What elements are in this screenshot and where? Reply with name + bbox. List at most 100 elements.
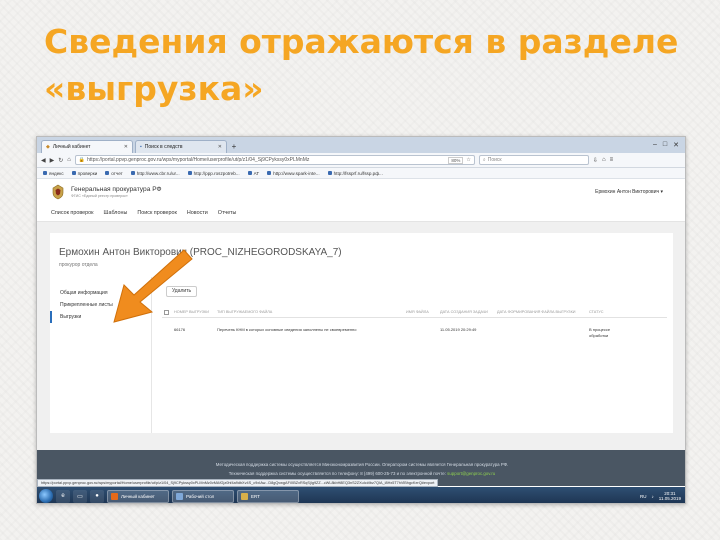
shield-icon: ◆ bbox=[46, 144, 50, 150]
bookmarks-bar: яндекс проверки отчет http://www.cbr.ru/… bbox=[37, 168, 685, 179]
bookmark-item[interactable]: http://fssprf.ru/fssp.рф... bbox=[327, 170, 383, 176]
bookmark-icon bbox=[327, 171, 332, 175]
zoom-level[interactable]: 80% bbox=[448, 156, 464, 164]
col-task-created[interactable]: ДАТА СОЗДАНИЯ ЗАДАЧИ bbox=[440, 310, 488, 314]
address-bar[interactable]: 🔒 https://portal.ppvp.genproc.gov.ru/wps… bbox=[74, 155, 475, 165]
desktop-icon bbox=[176, 492, 183, 500]
bookmark-label: AT bbox=[253, 170, 260, 176]
bookmark-label: проверки bbox=[77, 170, 98, 176]
navigation-bar: ◀ ▶ ↻ ⌂ 🔒 https://portal.ppvp.genproc.go… bbox=[37, 153, 685, 168]
status-url: https://portal.ppvp.genproc.gov.ru/wps/m… bbox=[37, 479, 439, 487]
start-button[interactable] bbox=[39, 489, 53, 503]
bookmark-item[interactable]: проверки bbox=[71, 170, 98, 176]
bookmark-icon bbox=[247, 171, 252, 175]
search-placeholder: Поиск bbox=[487, 157, 502, 163]
person-role: прокурор отдела bbox=[59, 262, 98, 268]
slide-title: Сведения отражаются в разделе «выгрузка» bbox=[44, 22, 679, 108]
bookmark-item[interactable]: AT bbox=[247, 170, 260, 176]
exports-panel: Удалить НОМЕР ВЫГРУЗКИ ТИП ВЫГРУЖАЕМОГО … bbox=[151, 277, 673, 433]
folder-icon[interactable]: ▭ bbox=[73, 489, 87, 503]
download-icon[interactable]: ⇩ bbox=[593, 157, 598, 164]
site-header: Генеральная прокуратура РФ ФГИС «Единый … bbox=[37, 179, 685, 205]
search-input[interactable]: ⌕ Поиск bbox=[478, 155, 589, 165]
close-window-icon[interactable]: ✕ bbox=[673, 141, 679, 149]
menu-icon[interactable]: ≡ bbox=[610, 157, 614, 163]
cell-file-type: Перечень КНМ в которых основные сведения… bbox=[217, 327, 357, 332]
document-icon bbox=[241, 492, 248, 500]
back-icon[interactable]: ◀ bbox=[41, 157, 46, 164]
bookmark-icon bbox=[105, 171, 110, 175]
taskbar-label: Личный кабинет bbox=[121, 493, 155, 499]
taskbar-item-ert[interactable]: ERT bbox=[237, 489, 299, 503]
close-tab-icon[interactable]: ✕ bbox=[218, 144, 222, 150]
star-icon[interactable]: ☆ bbox=[466, 157, 470, 163]
maximize-icon[interactable]: □ bbox=[663, 141, 667, 149]
forward-icon[interactable]: ▶ bbox=[50, 157, 55, 164]
footer-line-2: Техническая поддержка системы осуществля… bbox=[37, 469, 685, 478]
status-badge: В процессе обработки bbox=[589, 327, 611, 338]
close-tab-icon[interactable]: ✕ bbox=[124, 144, 128, 150]
pointer-arrow-icon bbox=[113, 249, 193, 323]
windows-taskbar: e ▭ ● Личный кабинет Рабочий стол ERT RU… bbox=[37, 487, 685, 503]
bookmark-label: отчет bbox=[111, 170, 123, 176]
firefox-icon bbox=[111, 492, 118, 500]
support-email-link[interactable]: support@genproc.gov.ru bbox=[447, 471, 495, 476]
bookmark-label: http://www.spark-inte... bbox=[273, 170, 320, 176]
nav-templates[interactable]: Шаблоны bbox=[104, 210, 128, 216]
table-row[interactable]: 66176 Перечень КНМ в которых основные св… bbox=[162, 325, 667, 339]
bookmark-icon bbox=[130, 171, 135, 175]
col-status[interactable]: СТАТУС bbox=[589, 310, 604, 314]
bookmark-icon bbox=[187, 171, 192, 175]
tab-label: Поиск в следств bbox=[144, 144, 183, 150]
col-file-name[interactable]: ИМЯ ФАЙЛА bbox=[406, 310, 429, 314]
footer-line-1: Методическая поддержка системы осуществл… bbox=[215, 462, 509, 467]
bookmark-item[interactable]: отчет bbox=[105, 170, 123, 176]
bookmark-label: http://ppp.roszpotreb... bbox=[193, 170, 240, 176]
table-header: НОМЕР ВЫГРУЗКИ ТИП ВЫГРУЖАЕМОГО ФАЙЛА ИМ… bbox=[162, 308, 667, 318]
tab-bar: ◆ Личный кабинет ✕ ▪ Поиск в следств ✕ +… bbox=[37, 137, 685, 153]
nav-news[interactable]: Новости bbox=[187, 210, 208, 216]
bookmark-item[interactable]: яндекс bbox=[43, 171, 64, 176]
col-file-formed[interactable]: ДАТА ФОРМИРОВАНИЯ ФАЙЛА ВЫГРУЗКИ bbox=[497, 310, 576, 314]
bookmark-item[interactable]: http://www.spark-inte... bbox=[267, 170, 320, 176]
bookmark-label: http://fssprf.ru/fssp.рф... bbox=[333, 170, 383, 176]
volume-icon[interactable]: ♪ bbox=[652, 494, 654, 499]
bookmark-icon bbox=[267, 171, 272, 175]
nav-search-inspections[interactable]: Поиск проверок bbox=[137, 210, 177, 216]
emblem-icon bbox=[52, 184, 64, 200]
org-subtitle: ФГИС «Единый реестр проверок» bbox=[71, 194, 128, 198]
org-name: Генеральная прокуратура РФ bbox=[71, 186, 162, 193]
url-text: https://portal.ppvp.genproc.gov.ru/wps/m… bbox=[87, 157, 310, 163]
tab-label: Личный кабинет bbox=[52, 144, 91, 150]
home-icon[interactable]: ⌂ bbox=[602, 157, 606, 163]
user-menu[interactable]: Ермохин Антон Викторович ▾ bbox=[595, 189, 663, 195]
language-indicator[interactable]: RU bbox=[640, 494, 647, 499]
home-icon[interactable]: ⌂ bbox=[67, 157, 71, 163]
nav-reports[interactable]: Отчеты bbox=[218, 210, 237, 216]
cell-task-created: 11.05.2019 20:29:49 bbox=[440, 327, 477, 332]
new-tab-button[interactable]: + bbox=[229, 141, 239, 153]
bookmark-label: яндекс bbox=[49, 170, 64, 176]
nav-inspections-list[interactable]: Список проверок bbox=[51, 210, 94, 216]
taskbar-label: ERT bbox=[251, 493, 260, 499]
footer-support-text: Техническая поддержка системы осуществля… bbox=[228, 471, 446, 476]
search-icon: ⌕ bbox=[482, 157, 486, 163]
firefox-icon[interactable]: ● bbox=[90, 489, 104, 503]
ie-icon[interactable]: e bbox=[56, 489, 70, 503]
col-file-type[interactable]: ТИП ВЫГРУЖАЕМОГО ФАЙЛА bbox=[217, 310, 272, 314]
bookmark-icon bbox=[71, 171, 76, 175]
tab-personal-cabinet[interactable]: ◆ Личный кабинет ✕ bbox=[41, 140, 133, 153]
window-controls: – □ ✕ bbox=[647, 141, 685, 153]
lock-icon: 🔒 bbox=[78, 157, 86, 163]
clock[interactable]: 20:31 11.05.2019 bbox=[659, 491, 681, 502]
taskbar-item-browser[interactable]: Личный кабинет bbox=[107, 489, 169, 503]
org-block[interactable]: Генеральная прокуратура РФ ФГИС «Единый … bbox=[71, 186, 162, 198]
minimize-icon[interactable]: – bbox=[653, 141, 657, 149]
refresh-icon[interactable]: ↻ bbox=[58, 157, 63, 164]
site-nav: Список проверок Шаблоны Поиск проверок Н… bbox=[37, 205, 685, 222]
tab-search[interactable]: ▪ Поиск в следств ✕ bbox=[135, 140, 227, 153]
bookmark-item[interactable]: http://ppp.roszpotreb... bbox=[187, 170, 240, 176]
page-icon: ▪ bbox=[140, 144, 142, 150]
taskbar-item-desktop[interactable]: Рабочий стол bbox=[172, 489, 234, 503]
bookmark-item[interactable]: http://www.cbr.ru/ur... bbox=[130, 171, 180, 176]
